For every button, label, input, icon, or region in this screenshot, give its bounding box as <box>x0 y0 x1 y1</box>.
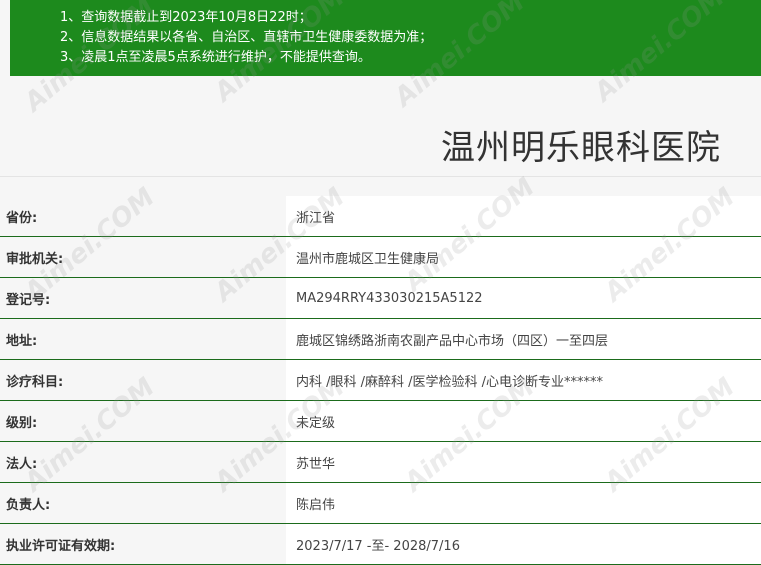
value-address: 鹿城区锦绣路浙南农副产品中心市场（四区）一至四层 <box>286 319 761 359</box>
row-departments: 诊疗科目: 内科 /眼科 /麻醉科 /医学检验科 /心电诊断专业****** <box>0 360 761 401</box>
value-province: 浙江省 <box>286 196 761 236</box>
label-approval-authority: 审批机关: <box>6 251 64 267</box>
value-person-in-charge: 陈启伟 <box>286 483 761 523</box>
label-level: 级别: <box>6 415 38 431</box>
title-area: 温州明乐眼科医院 <box>0 76 761 192</box>
row-license-validity: 执业许可证有效期: 2023/7/17 -至- 2028/7/16 <box>0 524 761 565</box>
title-divider <box>0 176 761 177</box>
row-registration-number: 登记号: MA294RRY433030215A5122 <box>0 278 761 319</box>
value-license-validity: 2023/7/17 -至- 2028/7/16 <box>286 524 761 564</box>
value-level: 未定级 <box>286 401 761 441</box>
label-license-validity: 执业许可证有效期: <box>6 538 116 554</box>
row-level: 级别: 未定级 <box>0 401 761 442</box>
row-person-in-charge: 负责人: 陈启伟 <box>0 483 761 524</box>
notice-banner: 1、查询数据截止到2023年10月8日22时； 2、信息数据结果以各省、自治区、… <box>10 0 761 76</box>
notice-line-1: 1、查询数据截止到2023年10月8日22时； <box>60 10 312 25</box>
label-address: 地址: <box>6 333 38 349</box>
value-legal-person: 苏世华 <box>286 442 761 482</box>
label-departments: 诊疗科目: <box>6 374 64 390</box>
row-province: 省份: 浙江省 <box>0 196 761 237</box>
notice-line-2: 2、信息数据结果以各省、自治区、直辖市卫生健康委数据为准； <box>60 30 433 45</box>
label-registration-number: 登记号: <box>6 292 51 308</box>
label-legal-person: 法人: <box>6 456 38 472</box>
row-legal-person: 法人: 苏世华 <box>0 442 761 483</box>
info-table: 省份: 浙江省 审批机关: 温州市鹿城区卫生健康局 登记号: MA294RRY4… <box>0 196 761 565</box>
label-province: 省份: <box>6 210 38 226</box>
label-person-in-charge: 负责人: <box>6 497 51 513</box>
value-registration-number: MA294RRY433030215A5122 <box>286 278 761 318</box>
row-address: 地址: 鹿城区锦绣路浙南农副产品中心市场（四区）一至四层 <box>0 319 761 360</box>
hospital-name: 温州明乐眼科医院 <box>441 128 721 168</box>
row-approval-authority: 审批机关: 温州市鹿城区卫生健康局 <box>0 237 761 278</box>
notice-line-3: 3、凌晨1点至凌晨5点系统进行维护，不能提供查询。 <box>60 50 371 65</box>
value-departments: 内科 /眼科 /麻醉科 /医学检验科 /心电诊断专业****** <box>286 360 761 400</box>
value-approval-authority: 温州市鹿城区卫生健康局 <box>286 237 761 277</box>
